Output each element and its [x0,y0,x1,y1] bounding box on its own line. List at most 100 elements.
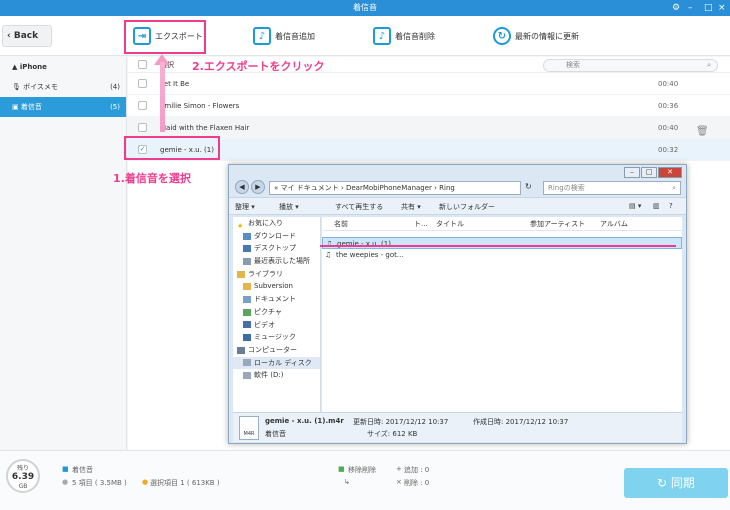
nav-subversion[interactable]: Subversion [233,280,320,293]
forward-arrow-icon[interactable]: ▶ [251,180,265,194]
selection-highlight-box [124,136,220,160]
file-item[interactable]: ♫ gemie - x.u. (1).... [322,237,682,249]
eject-icon: ▲ [12,63,20,71]
track-duration: 00:36 [658,102,679,110]
sidebar-device[interactable]: ▲ iPhone [0,57,126,77]
row-checkbox[interactable] [138,123,147,132]
nav-pictures[interactable]: ピクチャ [233,306,320,319]
delete-ringtone-label: 着信音削除 [395,31,435,41]
file-explorer-window: – □ ✕ ◀ ▶ « マイ ドキュメント › DearMobiPhoneMan… [228,164,687,444]
nav-libraries[interactable]: ライブラリ [233,268,320,281]
new-folder-button[interactable]: 新しいフォルダー [439,202,495,212]
storage-gauge: 残り 6.39 GB [6,459,40,493]
row-checkbox[interactable] [138,79,147,88]
sidebar-item-voice-memo[interactable]: 🎙 ボイスメモ (4) [0,77,126,97]
nav-downloads[interactable]: ダウンロード [233,230,320,243]
corner-arrow-icon: ↳ [344,478,350,486]
preview-pane-icon[interactable]: ▥ [653,202,660,210]
address-path: « マイ ドキュメント › DearMobiPhoneManager › Rin… [274,184,455,192]
details-size: サイズ: 612 KB [367,430,418,438]
refresh-label: 最新の情報に更新 [515,31,579,41]
list-item[interactable]: Emilie Simon - Flowers 00:36 [128,95,730,117]
nav-label: デスクトップ [254,244,296,253]
nav-music[interactable]: ミュージック [233,331,320,344]
column-album[interactable]: アルバム [600,219,628,229]
details-created: 作成日時: 2017/12/12 10:37 [473,418,569,426]
sidebar-item-label: 着信音 [20,103,42,111]
sync-button[interactable]: ↻ 同期 [624,468,728,498]
sidebar: ▲ iPhone 🎙 ボイスメモ (4) ▣ 着信音 (5) [0,57,127,450]
category-dot: ■ [62,465,69,473]
delete-ringtone-button[interactable]: ♪ 着信音削除 [373,22,435,50]
explorer-search-placeholder: Ringの検索 [548,184,585,192]
play-menu[interactable]: 播放 ▾ [279,202,299,212]
search-icon: ⌕ [707,61,711,69]
file-item[interactable]: ♫ the weepies - got... [322,249,682,261]
address-bar[interactable]: « マイ ドキュメント › DearMobiPhoneManager › Rin… [269,181,521,195]
nav-favorites[interactable]: ★ お気に入り [233,217,320,230]
items-summary: 5 項目 ( 3.5MB ) [72,479,127,487]
nav-computer[interactable]: コンピューター [233,344,320,357]
sync-delete-dot: ■ [338,465,345,473]
back-button[interactable]: ‹ Back [2,25,52,47]
music-file-icon: ♫ [325,251,332,259]
close-icon[interactable]: ✕ [658,167,682,178]
track-duration: 00:40 [658,80,679,88]
help-icon[interactable]: ? [669,202,673,210]
bullet: ● [62,478,69,486]
close-icon[interactable]: × [718,0,726,16]
back-label: Back [13,31,39,41]
explorer-search-input[interactable]: Ringの検索 ⌕ [543,181,681,195]
arrow-shaft [160,62,165,132]
nav-label: 軟件 (D:) [254,371,284,380]
file-highlight-underline [320,245,676,247]
add-ringtone-label: 着信音追加 [275,31,315,41]
add-ringtone-button[interactable]: ♪ 着信音追加 [253,22,315,50]
nav-desktop[interactable]: デスクトップ [233,242,320,255]
maximize-icon[interactable]: □ [641,167,657,178]
add-count: 追加 : 0 [404,466,430,474]
play-all-button[interactable]: すべて再生する [335,202,383,212]
nav-videos[interactable]: ビデオ [233,319,320,332]
column-artist[interactable]: 参加アーティスト [530,219,585,229]
add-icon: + [396,465,402,473]
refresh-button[interactable]: ↻ 最新の情報に更新 [493,22,579,50]
search-input[interactable]: 検索 ⌕ [543,59,718,72]
m4r-file-icon: M4R [239,416,259,440]
footer-category: 着信音 [72,466,93,474]
ringtone-icon: ▣ [12,103,21,111]
storage-label: 残り [16,465,29,472]
select-all-checkbox[interactable] [138,60,147,69]
track-duration: 00:32 [658,146,679,154]
column-title[interactable]: タイトル [436,219,464,229]
track-name: Emilie Simon - Flowers [160,102,240,110]
delete-icon: × [396,478,402,486]
back-arrow-icon[interactable]: ◀ [235,180,249,194]
view-options-icon[interactable]: ▤ ▾ [629,202,641,210]
nav-recent[interactable]: 最近表示した場所 [233,255,320,268]
maximize-icon[interactable]: □ [704,0,713,16]
column-name[interactable]: 名前 [334,219,348,229]
sync-label: 同期 [670,476,695,490]
sync-delete-label: 移除削除 [348,466,376,474]
nav-local-disk[interactable]: ローカル ディスク [233,356,320,370]
track-duration: 00:40 [658,124,679,132]
list-item[interactable]: Let It Be 00:40 [128,73,730,95]
add-ringtone-icon: ♪ [253,27,271,45]
share-menu[interactable]: 共有 ▾ [401,202,421,212]
details-filename: gemie - x.u. (1).m4r [265,417,344,425]
minimize-icon[interactable]: – [624,167,640,178]
sidebar-item-ringtone[interactable]: ▣ 着信音 (5) [0,97,126,117]
nav-documents[interactable]: ドキュメント [233,293,320,306]
explorer-window-controls: – □ ✕ [623,167,682,178]
minimize-icon[interactable]: – [688,0,693,16]
organize-menu[interactable]: 整理 ▾ [235,202,255,212]
file-list-columns: 名前 ト... タイトル 参加アーティスト アルバム [322,217,682,231]
refresh-icon[interactable]: ↻ [525,182,532,191]
details-updated: 更新日時: 2017/12/12 10:37 [353,418,449,426]
settings-icon[interactable]: ⚙ [672,0,680,16]
nav-drive-d[interactable]: 軟件 (D:) [233,369,320,382]
nav-label: Subversion [254,282,293,291]
row-checkbox[interactable] [138,101,147,110]
column-track[interactable]: ト... [414,219,428,229]
